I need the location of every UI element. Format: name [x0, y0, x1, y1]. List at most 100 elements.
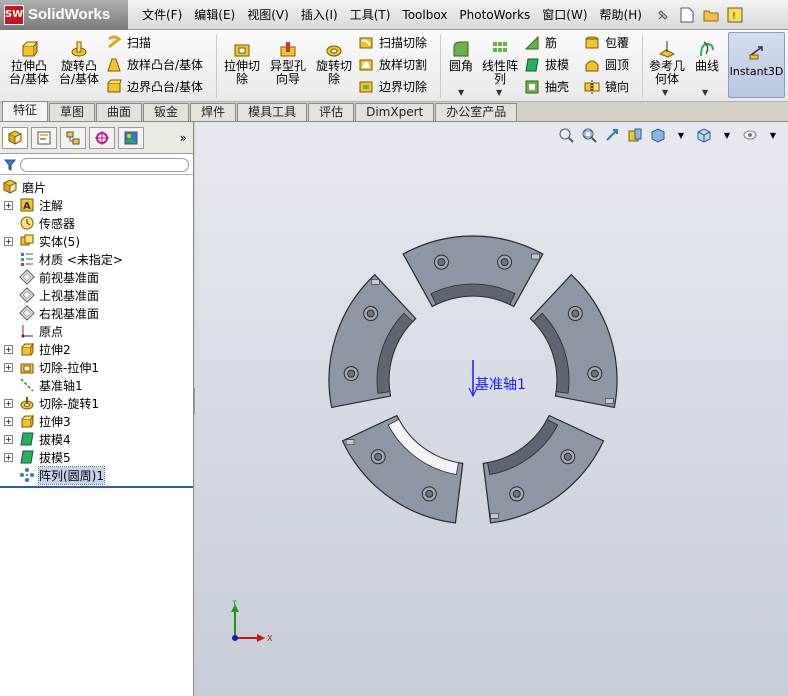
- tab-surfaces[interactable]: 曲面: [96, 103, 143, 121]
- expand-toggle-icon[interactable]: +: [4, 200, 13, 210]
- pattern-segment[interactable]: [529, 273, 618, 409]
- tree-item[interactable]: + 拔模5: [0, 448, 193, 466]
- menu-view[interactable]: 视图(V): [241, 0, 295, 30]
- boundary-boss-button[interactable]: 边界凸台/基体: [106, 78, 203, 96]
- previous-view-icon[interactable]: [603, 126, 621, 144]
- hide-show-dropdown-icon[interactable]: ▼: [764, 126, 782, 144]
- sweep-button[interactable]: 扫描: [106, 34, 151, 52]
- loft-boss-button[interactable]: 放样凸台/基体: [106, 56, 203, 74]
- panel-more-icon[interactable]: »: [180, 131, 187, 145]
- display-style-icon[interactable]: [695, 126, 713, 144]
- revolve-boss-button[interactable]: 旋转凸 台/基体: [56, 40, 102, 86]
- view-orientation-icon[interactable]: [649, 126, 667, 144]
- tree-item[interactable]: + 拉伸2: [0, 340, 193, 358]
- tree-item[interactable]: + 拔模4: [0, 430, 193, 448]
- fillet-button[interactable]: 圆角: [444, 40, 478, 73]
- tab-mold-tools[interactable]: 模具工具: [237, 103, 308, 121]
- display-manager-tab[interactable]: [118, 126, 144, 149]
- tab-sketch[interactable]: 草图: [49, 103, 96, 121]
- expand-toggle-icon[interactable]: +: [4, 362, 13, 372]
- section-view-icon[interactable]: [626, 126, 644, 144]
- draft-button[interactable]: 拔模: [524, 56, 569, 74]
- menu-bar: SW SolidWorks 文件(F) 编辑(E) 视图(V) 插入(I) 工具…: [0, 0, 788, 30]
- rollback-bar[interactable]: [0, 486, 193, 488]
- tree-item[interactable]: + A 注解: [0, 196, 193, 214]
- shell-button[interactable]: 抽壳: [524, 78, 569, 96]
- tree-item[interactable]: 材质 <未指定>: [0, 250, 193, 268]
- draft-label: 拔模: [545, 58, 570, 72]
- dimxpert-manager-tab[interactable]: [89, 126, 115, 149]
- instant3d-button[interactable]: Instant3D: [728, 32, 785, 98]
- extrude-boss-button[interactable]: 拉伸凸 台/基体: [6, 40, 52, 86]
- pin-icon[interactable]: [654, 6, 672, 24]
- tree-item[interactable]: 阵列(圆周)1: [0, 465, 193, 485]
- menu-toolbox[interactable]: Toolbox: [396, 0, 453, 30]
- feature-manager-tab[interactable]: [2, 126, 28, 149]
- open-folder-icon[interactable]: [702, 6, 720, 24]
- hide-show-items-icon[interactable]: [741, 126, 759, 144]
- mirror-button[interactable]: 镜向: [584, 78, 629, 96]
- tab-sheet-metal[interactable]: 钣金: [143, 103, 190, 121]
- filter-input[interactable]: [20, 157, 189, 172]
- fillet-dropdown-icon[interactable]: ▼: [458, 88, 464, 97]
- expand-toggle-icon[interactable]: +: [4, 434, 13, 444]
- menu-help[interactable]: 帮助(H): [594, 0, 648, 30]
- tree-item[interactable]: 前视基准面: [0, 268, 193, 286]
- graphics-viewport[interactable]: ▼ ▼ ▼ 基准轴1 Y X: [195, 122, 788, 696]
- menu-photoworks[interactable]: PhotoWorks: [453, 0, 536, 30]
- linear-pattern-dropdown-icon[interactable]: ▼: [496, 88, 502, 97]
- rebuild-icon[interactable]: !: [726, 6, 744, 24]
- curves-dropdown-icon[interactable]: ▼: [702, 88, 708, 97]
- expand-toggle-icon[interactable]: +: [4, 398, 13, 408]
- app-logo[interactable]: SW SolidWorks: [0, 0, 128, 30]
- view-orientation-dropdown-icon[interactable]: ▼: [672, 126, 690, 144]
- expand-toggle-icon[interactable]: +: [4, 452, 13, 462]
- reference-geometry-button[interactable]: 参考几 何体: [646, 40, 688, 86]
- zoom-to-fit-icon[interactable]: [557, 126, 575, 144]
- menu-insert[interactable]: 插入(I): [295, 0, 344, 30]
- loft-cut-button[interactable]: 放样切割: [358, 56, 427, 74]
- pattern-segment[interactable]: [328, 273, 417, 409]
- expand-toggle-icon[interactable]: +: [4, 416, 13, 426]
- tree-item[interactable]: 基准轴1: [0, 376, 193, 394]
- tab-weldments[interactable]: 焊件: [190, 103, 237, 121]
- curves-button[interactable]: 曲线: [690, 40, 724, 73]
- rib-button[interactable]: 筋: [524, 34, 557, 52]
- tree-item[interactable]: 上视基准面: [0, 286, 193, 304]
- hole-wizard-button[interactable]: 异型孔 向导: [266, 40, 310, 86]
- tree-item-label: 基准轴1: [39, 378, 83, 393]
- tab-features[interactable]: 特征: [2, 101, 49, 121]
- property-manager-tab[interactable]: [31, 126, 57, 149]
- menu-tools[interactable]: 工具(T): [344, 0, 397, 30]
- tree-item[interactable]: + 切除-旋转1: [0, 394, 193, 412]
- menu-window[interactable]: 窗口(W): [536, 0, 593, 30]
- new-document-icon[interactable]: [678, 6, 696, 24]
- expand-toggle-icon[interactable]: +: [4, 344, 13, 354]
- revolve-cut-button[interactable]: 旋转切 除: [312, 40, 356, 86]
- tab-dimxpert[interactable]: DimXpert: [355, 103, 435, 121]
- zoom-to-area-icon[interactable]: [580, 126, 598, 144]
- menu-file[interactable]: 文件(F): [136, 0, 188, 30]
- tree-item[interactable]: + 拉伸3: [0, 412, 193, 430]
- display-style-dropdown-icon[interactable]: ▼: [718, 126, 736, 144]
- sweep-cut-button[interactable]: 扫描切除: [358, 34, 427, 52]
- reference-geometry-dropdown-icon[interactable]: ▼: [662, 88, 668, 97]
- tree-item[interactable]: + 实体(5): [0, 232, 193, 250]
- tab-office-products[interactable]: 办公室产品: [435, 103, 518, 121]
- extrude-cut-button[interactable]: 拉伸切 除: [220, 40, 264, 86]
- axis-label[interactable]: 基准轴1: [475, 374, 526, 394]
- wrap-button[interactable]: 包覆: [584, 34, 629, 52]
- configuration-manager-tab[interactable]: [60, 126, 86, 149]
- circular-pattern-icon: [20, 468, 34, 482]
- tab-evaluate[interactable]: 评估: [308, 103, 355, 121]
- expand-toggle-icon[interactable]: +: [4, 236, 13, 246]
- tree-item[interactable]: + 切除-拉伸1: [0, 358, 193, 376]
- tree-item[interactable]: 原点: [0, 322, 193, 340]
- tree-item[interactable]: 传感器: [0, 214, 193, 232]
- dome-button[interactable]: 圆顶: [584, 56, 629, 74]
- menu-edit[interactable]: 编辑(E): [188, 0, 241, 30]
- tree-root-part[interactable]: 磨片: [0, 178, 193, 196]
- tree-item[interactable]: 右视基准面: [0, 304, 193, 322]
- boundary-cut-button[interactable]: 边界切除: [358, 78, 427, 96]
- linear-pattern-button[interactable]: 线性阵 列: [480, 40, 520, 86]
